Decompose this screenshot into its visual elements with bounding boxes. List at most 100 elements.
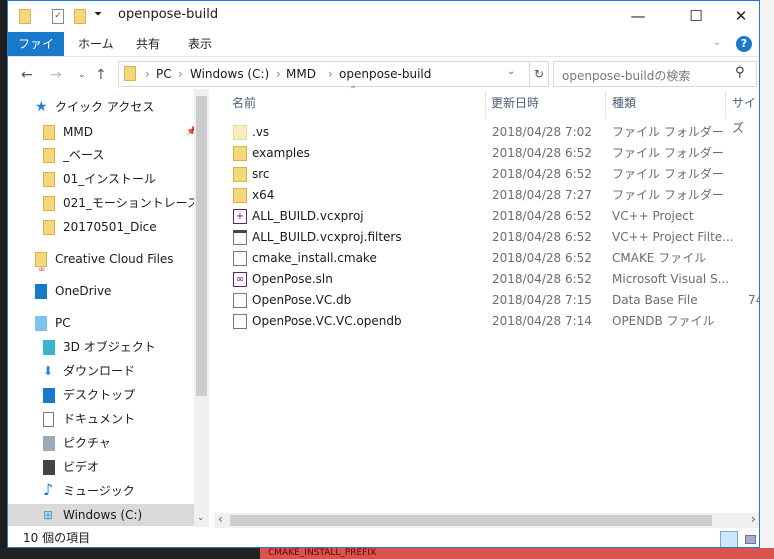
scroll-right-icon[interactable]: ›: [751, 512, 756, 526]
tab-file[interactable]: ファイル: [8, 32, 64, 75]
back-icon[interactable]: ←: [21, 67, 33, 83]
address-dropdown-icon[interactable]: ⌄: [507, 66, 515, 77]
file-name: ALL_BUILD.vcxproj: [252, 209, 364, 223]
tab-view[interactable]: 表示: [178, 32, 222, 56]
scroll-down-icon[interactable]: ⌄: [197, 513, 205, 523]
file-row[interactable]: examples 2018/04/28 6:52 ファイル フォルダー: [221, 143, 759, 164]
file-name: src: [252, 167, 270, 181]
file-date: 2018/04/28 6:52: [492, 167, 592, 181]
folder-icon: [233, 125, 247, 140]
help-icon[interactable]: ?: [736, 36, 752, 52]
nav-item-label: デスクトップ: [63, 388, 136, 402]
folder-icon: [233, 167, 247, 182]
forward-icon[interactable]: →: [50, 67, 62, 83]
background-window: [760, 0, 774, 548]
details-view-button[interactable]: [720, 531, 738, 547]
file-row[interactable]: x64 2018/04/28 7:27 ファイル フォルダー: [221, 185, 759, 206]
address-bar[interactable]: › PC › Windows (C:) › MMD › openpose-bui…: [118, 61, 530, 87]
file-row[interactable]: OpenPose.VC.db 2018/04/28 7:15 Data Base F…: [221, 290, 759, 311]
tab-share[interactable]: 共有: [126, 32, 170, 56]
file-date: 2018/04/28 6:52: [492, 209, 592, 223]
folder-icon: [19, 9, 31, 24]
file-row[interactable]: .vs 2018/04/28 7:02 ファイル フォルダー: [221, 122, 759, 143]
file-date: 2018/04/28 7:02: [492, 125, 592, 139]
video-icon: [43, 460, 55, 475]
expand-ribbon-icon[interactable]: ⌄: [713, 37, 721, 48]
file-row[interactable]: + ALL_BUILD.vcxproj 2018/04/28 6:52 VC++ Pr…: [221, 206, 759, 227]
file-date: 2018/04/28 6:52: [492, 146, 592, 160]
tab-home[interactable]: ホーム: [68, 32, 124, 56]
filters-icon: [233, 230, 247, 245]
file-date: 2018/04/28 7:14: [492, 314, 592, 328]
maximize-button[interactable]: ☐: [673, 1, 719, 32]
sort-ascending-icon: ⌃: [349, 85, 358, 96]
nav-item-label: PC: [55, 316, 71, 330]
item-count: 10 個の項目: [23, 531, 91, 545]
file-row[interactable]: ALL_BUILD.vcxproj.filters 2018/04/28 6:52…: [221, 227, 759, 248]
search-icon[interactable]: ⚲: [735, 65, 745, 80]
window-title: openpose-build: [118, 7, 219, 22]
folder-icon: [233, 188, 247, 203]
column-header-type[interactable]: 種類: [612, 91, 636, 116]
explorer-window: ✓ ⏷ openpose-build — ☐ ✕ ファイル ホーム 共有 表示 …: [7, 0, 760, 548]
column-header-date[interactable]: 更新日時: [491, 91, 539, 116]
file-icon: [233, 314, 247, 329]
nav-item-label: MMD: [63, 125, 93, 139]
column-header-size[interactable]: サイズ: [732, 91, 759, 135]
nav-item-label: 3D オブジェクト: [63, 340, 156, 354]
minimize-button[interactable]: —: [615, 1, 661, 32]
file-row[interactable]: cmake_install.cmake 2018/04/28 6:52 CMAKE …: [221, 248, 759, 269]
customize-toolbar-icon[interactable]: ⏷: [94, 9, 102, 20]
picture-icon: [43, 436, 55, 451]
scroll-left-icon[interactable]: ‹: [218, 512, 223, 526]
breadcrumb-mmd[interactable]: MMD: [286, 67, 316, 81]
file-row[interactable]: ∞ OpenPose.sln 2018/04/28 6:52 Microsoft Vi…: [221, 269, 759, 290]
nav-item-label: クイック アクセス: [55, 100, 155, 114]
sln-icon: ∞: [233, 272, 247, 287]
refresh-button[interactable]: ↻: [530, 61, 549, 87]
folder-icon: [43, 220, 55, 235]
breadcrumb-drive[interactable]: Windows (C:): [190, 67, 269, 81]
file-type: CMAKE ファイル: [612, 251, 707, 265]
file-row[interactable]: OpenPose.VC.VC.opendb 2018/04/28 7:14 OPEN…: [221, 311, 759, 332]
new-folder-icon[interactable]: [74, 9, 86, 24]
desktop-icon: [43, 388, 55, 403]
nav-item-label: 20170501_Dice: [63, 220, 157, 234]
file-size: 74,5: [748, 293, 759, 307]
nav-scrollbar-thumb[interactable]: [196, 96, 207, 396]
cloud-icon: [35, 284, 47, 299]
status-bar: 10 個の項目: [8, 528, 759, 547]
db-icon: [233, 293, 247, 308]
large-icons-view-button[interactable]: [741, 531, 759, 547]
file-type: VC++ Project Filte...: [612, 230, 734, 244]
close-button[interactable]: ✕: [718, 1, 759, 32]
folder-icon: [43, 172, 55, 187]
file-name: cmake_install.cmake: [252, 251, 377, 265]
file-row[interactable]: src 2018/04/28 6:52 ファイル フォルダー: [221, 164, 759, 185]
folder-icon: [43, 148, 55, 163]
nav-item-label: ミュージック: [63, 484, 135, 498]
file-name: x64: [252, 188, 275, 202]
breadcrumb-pc[interactable]: PC: [156, 67, 172, 81]
file-name: OpenPose.VC.VC.opendb: [252, 314, 402, 328]
up-icon[interactable]: ↑: [95, 67, 107, 83]
column-header-name[interactable]: 名前: [232, 91, 256, 116]
file-name: OpenPose.sln: [252, 272, 333, 286]
nav-item[interactable]: ⊞ Windows (C:): [8, 504, 194, 526]
folder-icon: [124, 66, 136, 81]
ribbon-tabs: ファイル ホーム 共有 表示 ⌄ ?: [8, 32, 759, 75]
background-taskarea: CMAKE_INSTALL_PREFIX: [0, 548, 774, 559]
file-type: Data Base File: [612, 293, 698, 307]
file-name: .vs: [252, 125, 270, 139]
properties-icon[interactable]: ✓: [52, 9, 64, 24]
breadcrumb-openpose-build[interactable]: openpose-build: [339, 67, 431, 81]
background-text: CMAKE_INSTALL_PREFIX: [260, 548, 774, 559]
nav-item-label: 021_モーショントレース: [63, 196, 200, 210]
search-input[interactable]: openpose-buildの検索: [553, 61, 757, 87]
horizontal-scrollbar-thumb[interactable]: [230, 515, 712, 526]
file-name: examples: [252, 146, 310, 160]
file-type: OPENDB ファイル: [612, 314, 715, 328]
nav-item-label: OneDrive: [55, 284, 112, 298]
recent-locations-icon[interactable]: ⌄: [78, 70, 86, 80]
file-icon: [233, 251, 247, 266]
